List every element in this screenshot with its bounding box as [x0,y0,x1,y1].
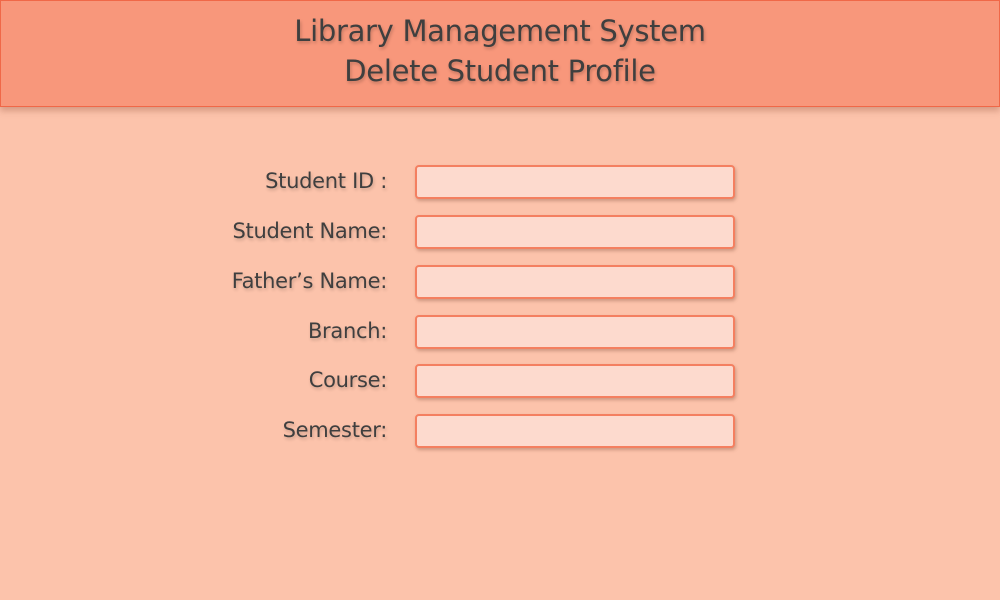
branch-row: Branch: [0,315,1000,351]
course-input[interactable] [415,364,735,398]
fathers-name-input[interactable] [415,265,735,299]
branch-input[interactable] [415,315,735,349]
student-name-row: Student Name: [0,215,1000,251]
fathers-name-row: Father’s Name: [0,265,1000,301]
student-name-input[interactable] [415,215,735,249]
student-id-row: Student ID : [0,165,1000,201]
student-id-input[interactable] [415,165,735,199]
semester-label: Semester: [282,418,388,442]
student-name-label: Student Name: [232,219,388,243]
fathers-name-label: Father’s Name: [231,269,388,293]
branch-label: Branch: [307,319,387,343]
course-label: Course: [308,368,388,392]
semester-input[interactable] [415,414,735,448]
course-row: Course: [0,364,1000,400]
semester-row: Semester: [0,414,1000,450]
delete-student-form: Student ID : Student Name: Father’s Name… [0,0,1000,600]
student-id-label: Student ID : [265,169,387,193]
